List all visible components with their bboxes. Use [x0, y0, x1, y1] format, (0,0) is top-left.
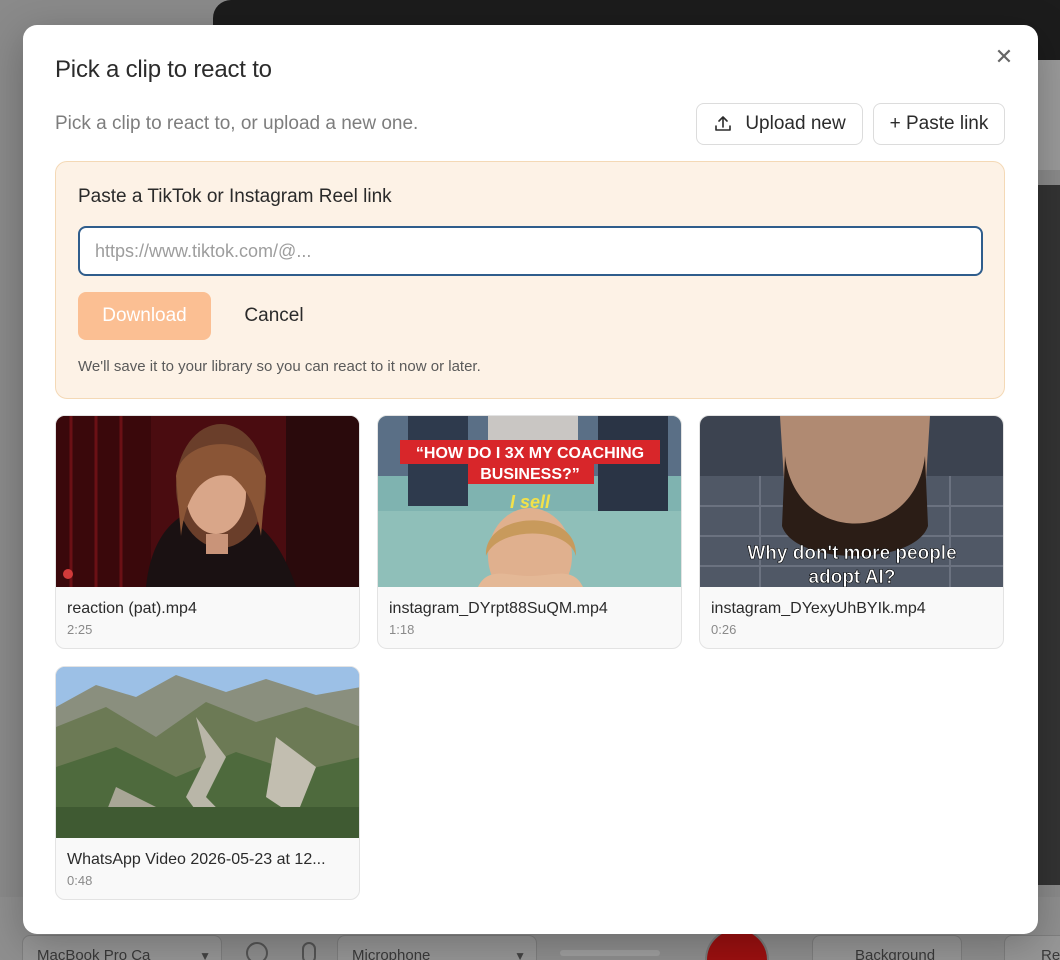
camera-select[interactable]: MacBook Pro Ca ▼ [22, 935, 222, 960]
upload-new-label: Upload new [745, 113, 846, 134]
thumbnail-caption-line1: Why don't more people [747, 543, 956, 564]
clip-name: reaction (pat).mp4 [67, 600, 197, 617]
thumbnail-caption-line2: adopt AI? [809, 567, 896, 587]
chevron-down-icon: ▼ [514, 949, 526, 960]
microphone-icon [302, 942, 316, 960]
modal-title: Pick a clip to react to [55, 56, 272, 83]
upload-new-button[interactable]: Upload new [696, 103, 863, 145]
level-slider[interactable] [560, 950, 660, 956]
pick-clip-modal: Pick a clip to react to ✕ Pick a clip to… [23, 25, 1038, 934]
clip-name: instagram_DYrpt88SuQM.mp4 [389, 600, 608, 617]
microphone-select-label: Microphone [352, 947, 431, 960]
clip-thumbnail [56, 416, 359, 587]
microphone-select[interactable]: Microphone ▼ [337, 935, 537, 960]
paste-link-panel: Paste a TikTok or Instagram Reel link Do… [55, 161, 1005, 399]
clip-card[interactable]: “HOW DO I 3X MY COACHING BUSINESS?” I se… [377, 415, 682, 649]
clip-thumbnail: Why don't more people adopt AI? [700, 416, 1003, 587]
upload-icon [715, 116, 732, 131]
clip-card[interactable]: Why don't more people adopt AI? instagra… [699, 415, 1004, 649]
clip-thumbnail: “HOW DO I 3X MY COACHING BUSINESS?” I se… [378, 416, 681, 587]
right-toolbar-button[interactable]: Re [1004, 935, 1060, 960]
background-panel [1038, 60, 1060, 170]
paste-link-heading: Paste a TikTok or Instagram Reel link [78, 186, 392, 207]
chevron-down-icon: ▼ [199, 949, 211, 960]
clip-duration: 0:26 [711, 622, 737, 637]
thumbnail-caption-line2: BUSINESS?” [480, 466, 580, 483]
paste-link-button[interactable]: + Paste link [873, 103, 1005, 145]
background-button[interactable]: Background [812, 935, 962, 960]
modal-subtitle: Pick a clip to react to, or upload a new… [55, 113, 419, 134]
paste-help-text: We'll save it to your library so you can… [78, 358, 481, 375]
clip-thumbnail [56, 667, 359, 838]
download-button[interactable]: Download [78, 292, 211, 340]
thumbnail-caption-line1: “HOW DO I 3X MY COACHING [416, 445, 644, 462]
link-url-input[interactable] [78, 226, 983, 276]
clip-duration: 2:25 [67, 622, 93, 637]
right-toolbar-button-label: Re [1041, 947, 1060, 960]
close-icon[interactable]: ✕ [992, 45, 1016, 69]
clip-duration: 1:18 [389, 622, 415, 637]
cancel-button[interactable]: Cancel [228, 292, 320, 340]
clip-name: WhatsApp Video 2026-05-23 at 12... [67, 851, 326, 868]
background-button-label: Background [855, 947, 936, 960]
clip-duration: 0:48 [67, 873, 93, 888]
background-video-edge [1038, 185, 1060, 885]
clip-card[interactable]: WhatsApp Video 2026-05-23 at 12... 0:48 [55, 666, 360, 900]
camera-select-label: MacBook Pro Ca [37, 947, 151, 960]
refresh-icon[interactable] [246, 942, 268, 960]
thumbnail-caption-sub: I sell [510, 492, 551, 512]
clip-card[interactable]: reaction (pat).mp4 2:25 [55, 415, 360, 649]
clip-name: instagram_DYexyUhBYIk.mp4 [711, 600, 926, 617]
paste-link-label: + Paste link [889, 113, 989, 134]
